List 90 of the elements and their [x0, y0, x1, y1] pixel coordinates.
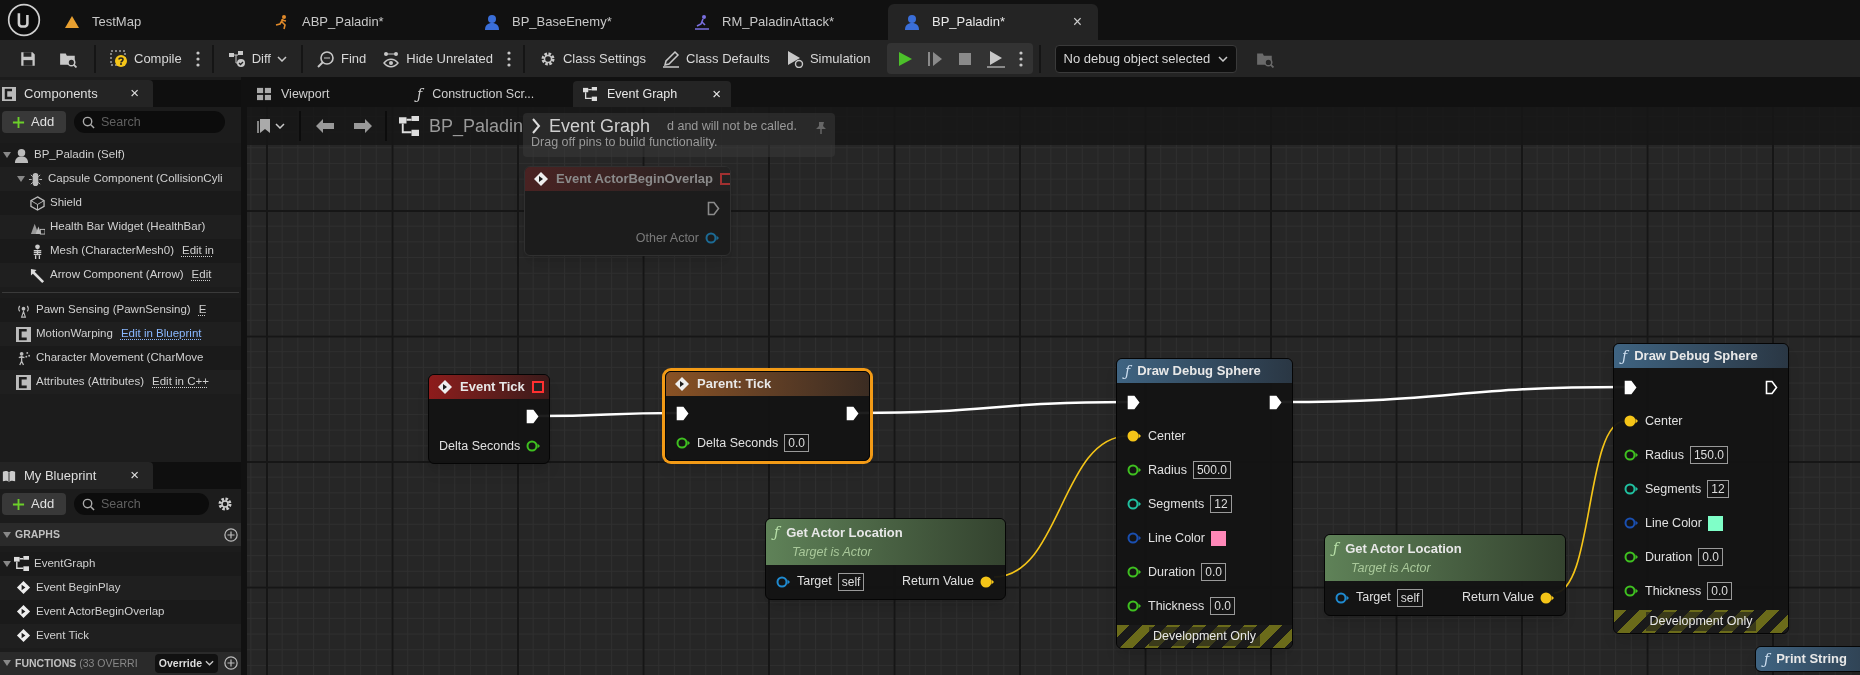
- close-button[interactable]: ×: [130, 82, 151, 105]
- toolbar-button[interactable]: Compile: [102, 43, 190, 74]
- link[interactable]: Edit in C++: [152, 373, 209, 391]
- pin-value-field[interactable]: 12: [1210, 495, 1232, 513]
- pin-label: Other Actor: [635, 229, 699, 247]
- link[interactable]: Edit in: [182, 242, 214, 260]
- editor-tab[interactable]: Viewport: [247, 81, 407, 107]
- search-field[interactable]: Search: [74, 493, 209, 515]
- node-title: Parent: Tick: [697, 375, 773, 394]
- node-title: Get Actor Location: [786, 523, 904, 542]
- node-title: Print String: [1776, 650, 1848, 669]
- pin-label: Line Color: [1645, 514, 1702, 532]
- search-input[interactable]: Search: [101, 112, 217, 132]
- tooltip-text: d and will not be called.: [667, 118, 797, 134]
- node-subtitle: Target is Actor: [791, 544, 873, 561]
- link[interactable]: Edit in Blueprint: [120, 325, 202, 343]
- editor-tab[interactable]: Event Graph ×: [573, 81, 731, 107]
- pin-label: Radius: [1645, 446, 1684, 464]
- panel-tab[interactable]: My Blueprint ×: [0, 462, 153, 489]
- link[interactable]: Edit: [191, 266, 212, 284]
- section-note: (33 OVERRI: [79, 655, 138, 671]
- close-button[interactable]: ×: [712, 82, 721, 106]
- pin-label: Segments: [1645, 480, 1702, 498]
- panel-tab[interactable]: Components ×: [0, 80, 153, 107]
- document-tab[interactable]: ABP_Paladin*: [258, 4, 468, 40]
- pin-label: Duration: [1645, 548, 1693, 566]
- section-header[interactable]: GRAPHS: [0, 523, 241, 547]
- toolbar-button[interactable]: Class Defaults: [654, 43, 778, 74]
- close-button[interactable]: ×: [1072, 10, 1082, 34]
- editor-tab[interactable]: ƒ Construction Scr...: [407, 81, 567, 107]
- add-button[interactable]: Add: [2, 111, 66, 133]
- node-title: Draw Debug Sphere: [1137, 362, 1262, 381]
- document-tab[interactable]: TestMap: [48, 4, 258, 40]
- toolbar-button[interactable]: Hide Unrelated: [374, 43, 501, 74]
- breadcrumb-current: Event Graph: [549, 114, 651, 136]
- pin-label: Radius: [1148, 461, 1187, 479]
- close-button[interactable]: ×: [130, 464, 151, 487]
- pin-label: Delta Seconds: [697, 434, 779, 452]
- pin-value-field[interactable]: self: [837, 572, 865, 591]
- graph-node[interactable]: Event Tick Delta Seconds: [428, 374, 550, 464]
- graph-node[interactable]: ƒ Print String: [1755, 646, 1860, 672]
- toolbar-button[interactable]: Simulation: [777, 43, 879, 74]
- pin-value-field[interactable]: self: [1396, 588, 1424, 607]
- pin-label: Center: [1645, 412, 1683, 430]
- pin-label: Center: [1148, 427, 1186, 445]
- pin-label: Duration: [1148, 563, 1196, 581]
- debug-object-dropdown[interactable]: No debug object selected: [1054, 44, 1238, 73]
- document-tab[interactable]: BP_Paladin* ×: [888, 4, 1098, 40]
- toolbar-button[interactable]: Class Settings: [530, 43, 655, 74]
- override-dropdown[interactable]: Override: [154, 654, 218, 673]
- tooltip-text: Drag off pins to build functionality.: [531, 135, 718, 150]
- pin-value-field[interactable]: 0.0: [1201, 563, 1226, 581]
- node-footer: Development Only: [1614, 610, 1788, 633]
- diff-dropdown[interactable]: Diff: [219, 43, 295, 74]
- breadcrumb-link[interactable]: BP_Paladin: [429, 112, 524, 140]
- pin-value-field[interactable]: 0.0: [784, 434, 809, 452]
- pin-label: Delta Seconds: [439, 437, 521, 455]
- section-header[interactable]: FUNCTIONS (33 OVERRI Override: [0, 651, 241, 675]
- toolbar-button[interactable]: Find: [308, 43, 375, 74]
- pin-value-field[interactable]: 500.0: [1192, 461, 1231, 479]
- node-subtitle: Target is Actor: [1350, 560, 1432, 577]
- document-tab[interactable]: BP_BaseEnemy*: [468, 4, 678, 40]
- node-footer: Development Only: [1117, 625, 1292, 648]
- add-button[interactable]: Add: [2, 493, 66, 515]
- pin-value-field[interactable]: 0.0: [1210, 597, 1235, 615]
- pin-value-field[interactable]: 0.0: [1698, 548, 1723, 566]
- search-field[interactable]: Search: [74, 111, 225, 133]
- node-title: Draw Debug Sphere: [1634, 347, 1759, 366]
- search-input[interactable]: Search: [101, 494, 201, 514]
- pin-label: Thickness: [1645, 582, 1702, 600]
- node-title: Get Actor Location: [1345, 539, 1463, 558]
- pin-value-field[interactable]: 12: [1707, 480, 1729, 498]
- node-title: Event ActorBeginOverlap: [556, 170, 713, 189]
- pin-label: Segments: [1148, 495, 1205, 513]
- pin-label: Target: [797, 573, 832, 591]
- pin-label: Return Value: [1461, 589, 1534, 607]
- graph-node[interactable]: ƒ Get Actor Location Target is Actor Target self Return Value: [1324, 534, 1566, 616]
- pin-label: Target: [1356, 589, 1391, 607]
- pin-value-field[interactable]: 150.0: [1689, 446, 1728, 464]
- pin-label: Line Color: [1148, 529, 1205, 547]
- graph-node[interactable]: ƒ Get Actor Location Target is Actor Target self Return Value: [765, 518, 1006, 600]
- graph-node[interactable]: ƒ Draw Debug Sphere Center Radius 500.0 Segments 12 Line Color Duration 0.0 Thickness 0.0 Development Only: [1116, 358, 1293, 649]
- document-tab[interactable]: RM_PaladinAttack*: [678, 4, 888, 40]
- node-title: Event Tick: [460, 378, 525, 397]
- graph-node[interactable]: ƒ Draw Debug Sphere Center Radius 150.0 Segments 12 Line Color Duration 0.0 Thickness 0.0 Development Only: [1613, 343, 1789, 634]
- pin-label: Return Value: [901, 573, 974, 591]
- link[interactable]: E: [198, 301, 207, 319]
- pin-value-field[interactable]: 0.0: [1707, 582, 1732, 600]
- graph-node[interactable]: Parent: Tick Delta Seconds 0.0: [665, 371, 870, 461]
- pin-label: Thickness: [1148, 597, 1205, 615]
